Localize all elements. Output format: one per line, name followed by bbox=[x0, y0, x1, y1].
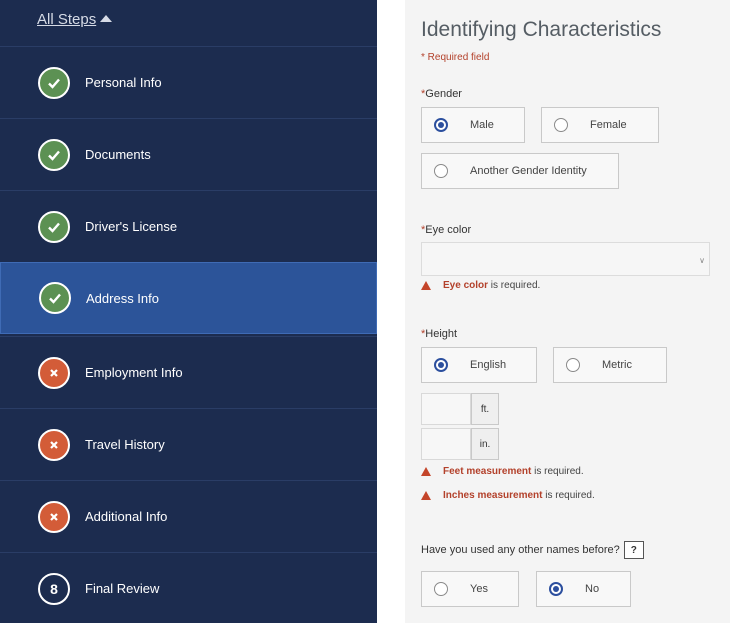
error-text: is required. bbox=[542, 490, 595, 501]
all-steps-label: All Steps bbox=[37, 11, 97, 28]
height-label: *Height bbox=[421, 328, 458, 340]
step-travel-history[interactable]: Travel History bbox=[0, 408, 377, 480]
step-label: Address Info bbox=[86, 290, 159, 306]
step-additional-info[interactable]: Additional Info bbox=[0, 480, 377, 552]
caret-up-icon bbox=[100, 15, 113, 22]
other-names-option-yes[interactable]: Yes bbox=[421, 571, 519, 607]
steps-sidebar: All Steps Personal Info Documents Driver… bbox=[0, 0, 377, 623]
x-icon bbox=[38, 500, 70, 533]
inches-unit: in. bbox=[471, 428, 499, 460]
feet-error: Feet measurement is required. bbox=[421, 466, 584, 477]
step-label: Driver's License bbox=[85, 219, 178, 234]
question-text: Have you used any other names before? bbox=[421, 544, 620, 556]
radio-icon[interactable] bbox=[434, 582, 448, 596]
gender-option-female[interactable]: Female bbox=[541, 107, 659, 143]
inches-input[interactable] bbox=[421, 428, 471, 460]
radio-label: No bbox=[585, 583, 600, 595]
step-personal-info[interactable]: Personal Info bbox=[0, 46, 377, 118]
eye-color-label: *Eye color bbox=[421, 224, 472, 236]
feet-input[interactable] bbox=[421, 393, 471, 425]
page-title: Identifying Characteristics bbox=[421, 18, 662, 41]
check-icon bbox=[38, 210, 70, 243]
form-panel: Identifying Characteristics * Required f… bbox=[405, 0, 730, 623]
x-icon bbox=[38, 428, 70, 461]
feet-unit: ft. bbox=[471, 393, 499, 425]
gender-option-male[interactable]: Male bbox=[421, 107, 525, 143]
step-number-badge: 8 bbox=[38, 572, 70, 605]
other-names-option-no[interactable]: No bbox=[536, 571, 631, 607]
radio-label: Male bbox=[470, 119, 494, 131]
step-employment-info[interactable]: Employment Info bbox=[0, 336, 377, 408]
step-final-review[interactable]: 8 Final Review bbox=[0, 552, 377, 624]
radio-label: Yes bbox=[470, 583, 488, 595]
x-icon bbox=[38, 356, 70, 389]
warning-icon bbox=[421, 281, 431, 290]
chevron-down-icon: ∨ bbox=[699, 256, 705, 265]
error-field: Eye color bbox=[443, 280, 489, 291]
check-icon bbox=[38, 138, 70, 171]
step-label: Documents bbox=[85, 147, 151, 162]
step-documents[interactable]: Documents bbox=[0, 118, 377, 190]
step-address-info[interactable]: Address Info bbox=[0, 262, 377, 334]
radio-selected-icon[interactable] bbox=[434, 358, 448, 372]
error-field: Feet measurement bbox=[443, 466, 532, 477]
radio-icon[interactable] bbox=[554, 118, 568, 132]
step-label: Personal Info bbox=[85, 75, 162, 90]
inches-error: Inches measurement is required. bbox=[421, 490, 595, 501]
radio-icon[interactable] bbox=[566, 358, 580, 372]
height-option-metric[interactable]: Metric bbox=[553, 347, 667, 383]
height-option-english[interactable]: English bbox=[421, 347, 537, 383]
step-label: Final Review bbox=[85, 581, 160, 596]
other-names-question: Have you used any other names before? ? bbox=[421, 541, 644, 559]
all-steps-toggle[interactable]: All Steps bbox=[37, 11, 113, 28]
radio-label: Metric bbox=[602, 359, 632, 371]
check-icon bbox=[38, 66, 70, 99]
radio-selected-icon[interactable] bbox=[434, 118, 448, 132]
gender-label: *Gender bbox=[421, 88, 462, 100]
step-label: Additional Info bbox=[85, 509, 168, 524]
help-button[interactable]: ? bbox=[623, 541, 644, 559]
error-field: Inches measurement bbox=[443, 490, 543, 501]
step-label: Employment Info bbox=[85, 365, 183, 380]
radio-label: Another Gender Identity bbox=[470, 165, 587, 177]
step-label: Travel History bbox=[85, 437, 165, 452]
warning-icon bbox=[421, 467, 431, 476]
eye-color-error: Eye color is required. bbox=[421, 280, 540, 291]
error-text: is required. bbox=[531, 466, 584, 477]
error-text: is required. bbox=[488, 280, 541, 291]
radio-label: Female bbox=[590, 119, 627, 131]
step-drivers-license[interactable]: Driver's License bbox=[0, 190, 377, 262]
warning-icon bbox=[421, 491, 431, 500]
gender-option-another[interactable]: Another Gender Identity bbox=[421, 153, 619, 189]
radio-icon[interactable] bbox=[434, 164, 448, 178]
radio-selected-icon[interactable] bbox=[549, 582, 563, 596]
required-note: * Required field bbox=[421, 52, 490, 63]
check-icon bbox=[39, 282, 71, 314]
radio-label: English bbox=[470, 359, 507, 371]
eye-color-select[interactable]: ∨ bbox=[421, 242, 710, 276]
